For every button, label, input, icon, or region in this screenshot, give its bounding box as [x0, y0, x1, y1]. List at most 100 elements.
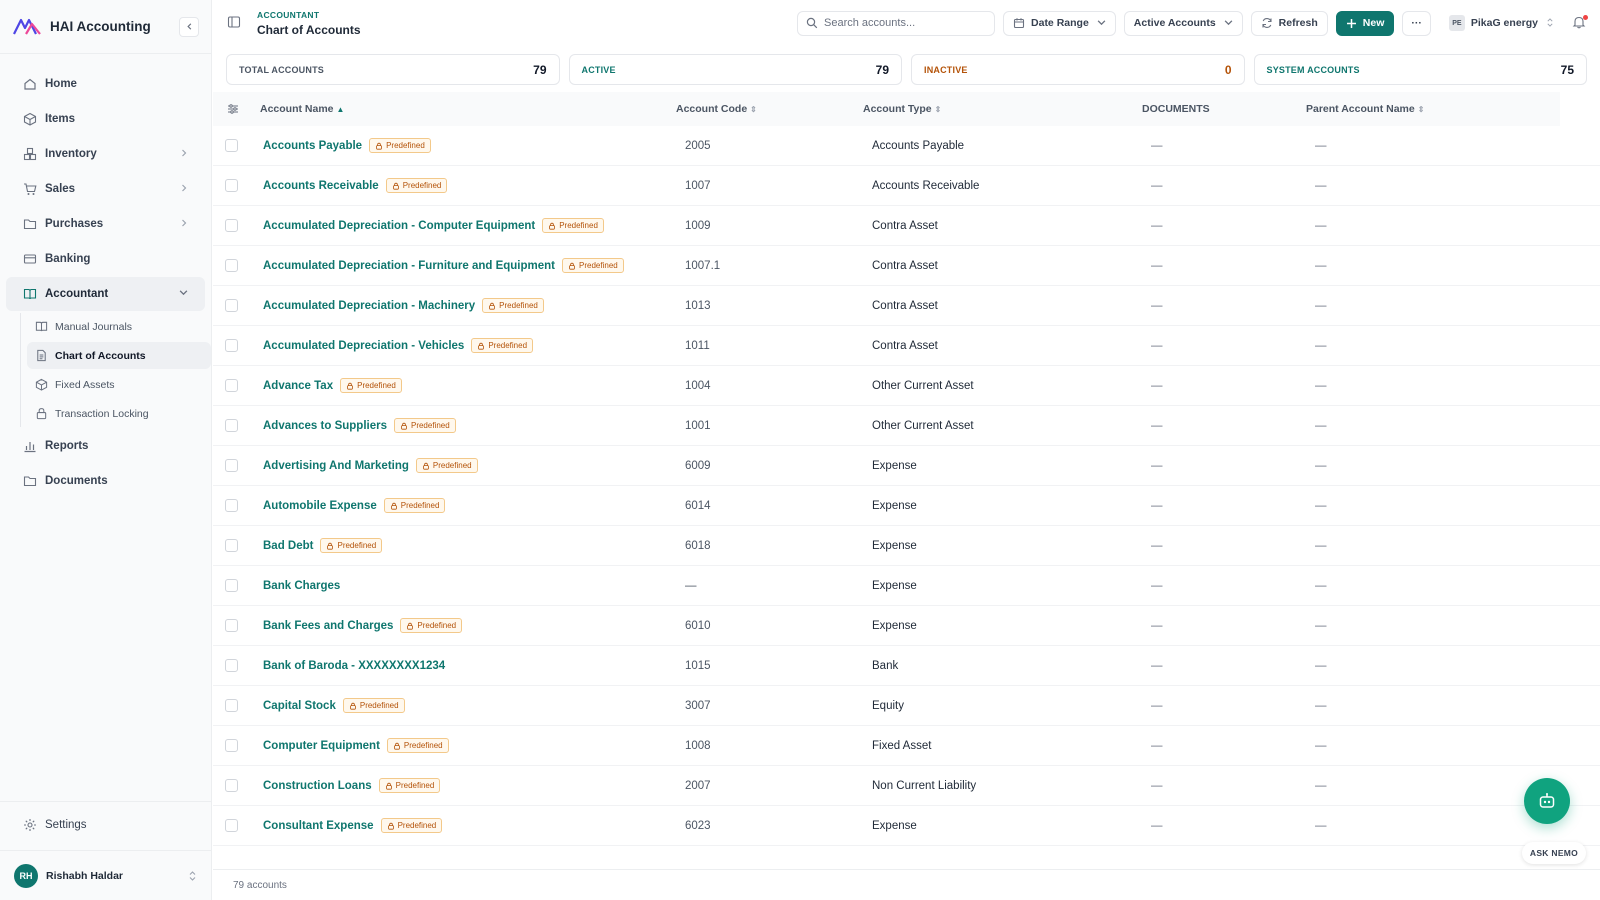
- account-name-link[interactable]: Accounts Receivable: [263, 180, 379, 192]
- column-header-account-code[interactable]: Account Code ⇕: [676, 103, 863, 115]
- more-options-button[interactable]: ···: [1402, 10, 1431, 36]
- table-row[interactable]: Accumulated Depreciation - Vehicles Prede…: [213, 326, 1600, 366]
- account-name-link[interactable]: Consultant Expense: [263, 820, 374, 832]
- table-row[interactable]: Bank Charges — Expense — —: [213, 566, 1600, 606]
- bell-icon[interactable]: [1572, 15, 1588, 31]
- sidebar-item-chart-of-accounts[interactable]: Chart of Accounts: [27, 342, 211, 369]
- documents-cell: —: [1151, 379, 1163, 392]
- table-row[interactable]: Accumulated Depreciation - Computer Equi…: [213, 206, 1600, 246]
- account-code-cell: 2005: [685, 139, 711, 152]
- account-name-link[interactable]: Advance Tax: [263, 380, 333, 392]
- account-name-link[interactable]: Bank Fees and Charges: [263, 620, 393, 632]
- table-row[interactable]: Accumulated Depreciation - Machinery Pred…: [213, 286, 1600, 326]
- row-checkbox[interactable]: [225, 779, 238, 792]
- sidebar-item-inventory[interactable]: Inventory: [6, 137, 205, 171]
- documents-cell: —: [1151, 419, 1163, 432]
- table-row[interactable]: Capital Stock Predefined 3007 Equity — —: [213, 686, 1600, 726]
- date-range-button[interactable]: Date Range: [1003, 10, 1116, 36]
- account-name-link[interactable]: Automobile Expense: [263, 500, 377, 512]
- table-row[interactable]: Bank of Baroda - XXXXXXXX1234 1015 Bank — —: [213, 646, 1600, 686]
- chevron-up-down-icon: [188, 870, 197, 882]
- documents-cell: —: [1151, 699, 1163, 712]
- sidebar-item-transaction-locking[interactable]: Transaction Locking: [27, 400, 211, 427]
- organization-switcher[interactable]: PE PikaG energy: [1448, 15, 1554, 31]
- row-checkbox[interactable]: [225, 219, 238, 232]
- account-name-link[interactable]: Construction Loans: [263, 780, 372, 792]
- account-name-link[interactable]: Capital Stock: [263, 700, 336, 712]
- refresh-button[interactable]: Refresh: [1250, 10, 1328, 36]
- row-checkbox[interactable]: [225, 419, 238, 432]
- row-checkbox[interactable]: [225, 579, 238, 592]
- table-row[interactable]: Computer Equipment Predefined 1008 Fixed As…: [213, 726, 1600, 766]
- sidebar-item-home[interactable]: Home: [6, 67, 205, 101]
- sidebar-item-sales[interactable]: Sales: [6, 172, 205, 206]
- toggle-panel-icon[interactable]: [227, 15, 243, 31]
- sidebar-item-manual-journals[interactable]: Manual Journals: [27, 313, 211, 340]
- account-name-cell: Accumulated Depreciation - Furniture and…: [258, 258, 676, 273]
- table-row[interactable]: Bad Debt Predefined 6018 Expense — —: [213, 526, 1600, 566]
- table-row[interactable]: Accounts Payable Predefined 2005 Accounts P…: [213, 126, 1600, 166]
- ask-nemo-button[interactable]: [1524, 778, 1570, 824]
- collapse-sidebar-button[interactable]: [179, 16, 199, 37]
- boxes-icon: [23, 147, 37, 161]
- row-checkbox[interactable]: [225, 259, 238, 272]
- folder-icon: [23, 217, 37, 231]
- breadcrumb[interactable]: ACCOUNTANT: [257, 10, 797, 20]
- lock-icon: [35, 407, 48, 420]
- column-header-parent-account[interactable]: Parent Account Name ⇕: [1306, 103, 1560, 115]
- user-menu[interactable]: RH Rishabh Haldar: [0, 850, 211, 900]
- sidebar-item-fixed-assets[interactable]: Fixed Assets: [27, 371, 211, 398]
- row-checkbox[interactable]: [225, 699, 238, 712]
- account-name-link[interactable]: Advances to Suppliers: [263, 420, 387, 432]
- account-name-link[interactable]: Accumulated Depreciation - Furniture and…: [263, 260, 555, 272]
- account-name-link[interactable]: Accumulated Depreciation - Vehicles: [263, 340, 464, 352]
- lock-icon: [400, 422, 408, 430]
- column-header-account-name[interactable]: Account Name ▲: [258, 103, 676, 115]
- account-code-cell: 6023: [685, 819, 711, 832]
- sidebar-item-banking[interactable]: Banking: [6, 242, 205, 276]
- table-row[interactable]: Advances to Suppliers Predefined 1001 Other…: [213, 406, 1600, 446]
- table-row[interactable]: Construction Loans Predefined 2007 Non Curr…: [213, 766, 1600, 806]
- new-account-button[interactable]: New: [1335, 10, 1395, 36]
- account-name-link[interactable]: Accounts Payable: [263, 140, 362, 152]
- row-checkbox[interactable]: [225, 339, 238, 352]
- account-name-link[interactable]: Bad Debt: [263, 540, 313, 552]
- search-box[interactable]: [797, 10, 996, 36]
- row-checkbox[interactable]: [225, 619, 238, 632]
- table-row[interactable]: Consultant Expense Predefined 6023 Expense —…: [213, 806, 1600, 846]
- sidebar-item-documents[interactable]: Documents: [6, 464, 205, 498]
- search-input[interactable]: [824, 17, 987, 29]
- row-checkbox[interactable]: [225, 179, 238, 192]
- row-checkbox[interactable]: [225, 499, 238, 512]
- row-checkbox[interactable]: [225, 739, 238, 752]
- table-row[interactable]: Automobile Expense Predefined 6014 Expense —…: [213, 486, 1600, 526]
- table-row[interactable]: Accumulated Depreciation - Furniture and…: [213, 246, 1600, 286]
- sidebar-item-purchases[interactable]: Purchases: [6, 207, 205, 241]
- sidebar-item-reports[interactable]: Reports: [6, 429, 205, 463]
- row-checkbox[interactable]: [225, 299, 238, 312]
- table-row[interactable]: Accounts Receivable Predefined 1007 Account…: [213, 166, 1600, 206]
- column-settings-icon[interactable]: [213, 103, 258, 115]
- account-name-link[interactable]: Advertising And Marketing: [263, 460, 409, 472]
- row-checkbox[interactable]: [225, 139, 238, 152]
- table-row[interactable]: Bank Fees and Charges Predefined 6010 Expen…: [213, 606, 1600, 646]
- row-checkbox[interactable]: [225, 539, 238, 552]
- sidebar-item-settings[interactable]: Settings: [6, 808, 205, 842]
- account-name-link[interactable]: Bank Charges: [263, 580, 340, 592]
- account-name-cell: Bank of Baroda - XXXXXXXX1234: [258, 660, 676, 672]
- account-name-link[interactable]: Accumulated Depreciation - Computer Equi…: [263, 220, 535, 232]
- column-header-account-type[interactable]: Account Type ⇕: [863, 103, 1142, 115]
- account-status-filter[interactable]: Active Accounts: [1123, 10, 1243, 36]
- row-checkbox[interactable]: [225, 459, 238, 472]
- account-name-link[interactable]: Accumulated Depreciation - Machinery: [263, 300, 475, 312]
- row-checkbox[interactable]: [225, 379, 238, 392]
- sidebar-item-accountant[interactable]: Accountant: [6, 277, 205, 311]
- ask-nemo-label[interactable]: ASK NEMO: [1522, 842, 1586, 864]
- table-row[interactable]: Advance Tax Predefined 1004 Other Current A…: [213, 366, 1600, 406]
- row-checkbox[interactable]: [225, 659, 238, 672]
- account-name-link[interactable]: Bank of Baroda - XXXXXXXX1234: [263, 660, 445, 672]
- table-row[interactable]: Advertising And Marketing Predefined 6009 E…: [213, 446, 1600, 486]
- row-checkbox[interactable]: [225, 819, 238, 832]
- account-name-link[interactable]: Computer Equipment: [263, 740, 380, 752]
- sidebar-item-items[interactable]: Items: [6, 102, 205, 136]
